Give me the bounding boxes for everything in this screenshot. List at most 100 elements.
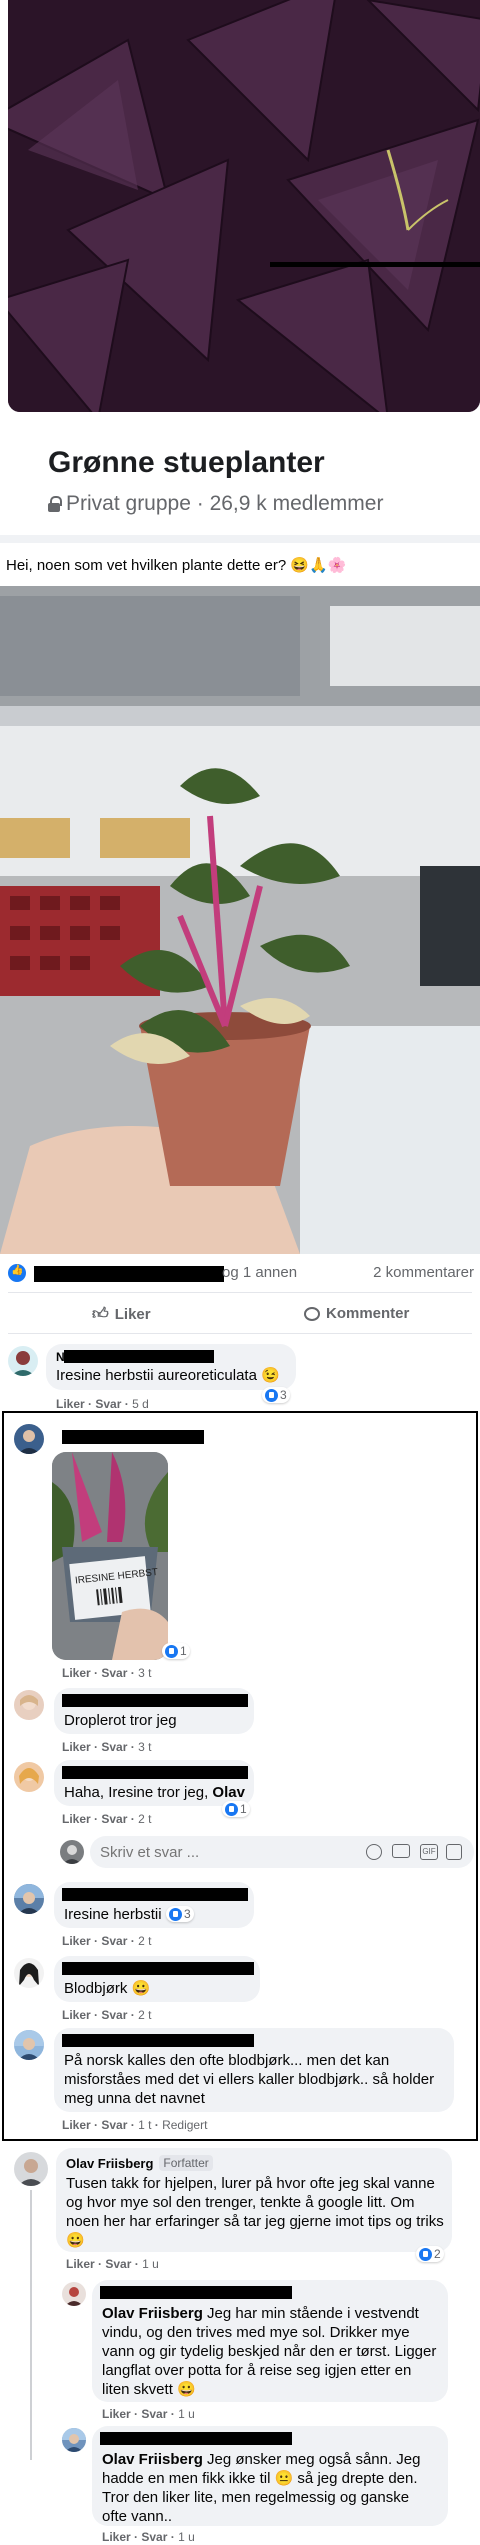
like-icon: [419, 2247, 432, 2261]
reply-input[interactable]: [100, 1842, 340, 1862]
reactions-text[interactable]: og 1 annen: [222, 1264, 297, 1281]
my-avatar[interactable]: [60, 1840, 84, 1864]
avatar-image: [63, 1845, 81, 1864]
like-reaction-icon[interactable]: [8, 1264, 26, 1287]
avatar-image: [18, 2159, 44, 2186]
reply-text: Olav Friisberg Jeg ønsker meg også sånn.…: [102, 2450, 438, 2526]
post-text: Hei, noen som vet hvilken plante dette e…: [6, 557, 347, 574]
comment-like-link[interactable]: Liker: [62, 1812, 91, 1826]
sticker-icon[interactable]: [446, 1844, 462, 1860]
reaction-count: 2: [434, 2247, 441, 2261]
like-button[interactable]: 👍︎ Liker: [92, 1305, 151, 1324]
reply-meta: Liker · Svar · 1 u: [102, 2407, 195, 2421]
avatar[interactable]: [8, 1346, 38, 1376]
speech-bubble-icon: [304, 1306, 320, 1321]
reply-like-link[interactable]: Liker: [102, 2530, 131, 2544]
emoji-icon[interactable]: [366, 1844, 382, 1860]
divider: [8, 1333, 472, 1334]
comment-button[interactable]: Kommenter: [304, 1305, 409, 1322]
gif-icon[interactable]: GIF: [420, 1844, 438, 1860]
comment-reply-link[interactable]: Svar: [101, 2008, 127, 2022]
comment-like-link[interactable]: Liker: [62, 2008, 91, 2022]
comment-time: 5 d: [132, 1397, 149, 1411]
comment-photo[interactable]: IRESINE HERBST: [52, 1452, 168, 1660]
avatar-image: [19, 1768, 39, 1784]
avatar[interactable]: [14, 1958, 44, 1988]
comment-text: Iresine herbstii aureoreticulata 😉: [56, 1367, 280, 1384]
avatar[interactable]: [14, 1690, 44, 1720]
comment-time: 3 t: [138, 1740, 152, 1754]
avatar[interactable]: [62, 2282, 86, 2306]
lock-icon: [48, 496, 62, 512]
plant-photo-illustration: [0, 586, 480, 1254]
reply-like-link[interactable]: Liker: [102, 2407, 131, 2421]
comment-like-link[interactable]: Liker: [62, 1934, 91, 1948]
reply-bubble: Olav Friisberg Jeg har min stående i ves…: [92, 2280, 448, 2402]
avatar[interactable]: [14, 2030, 44, 2060]
comment-like-link[interactable]: Liker: [66, 2257, 95, 2271]
comment-reactions[interactable]: 3: [166, 1906, 194, 1922]
comment-reply-link[interactable]: Svar: [101, 2118, 127, 2132]
post-photo[interactable]: [0, 586, 480, 1254]
comment-bubble: Iresine herbstii: [54, 1882, 254, 1928]
comment-bubble: På norsk kalles den ofte blodbjørk... me…: [54, 2028, 454, 2112]
author-badge: Forfatter: [159, 2155, 213, 2171]
comment-time: 2 t: [138, 1934, 152, 1948]
comment-meta: Liker · Svar · 1 t · Redigert: [62, 2118, 208, 2132]
comment-like-link[interactable]: Liker: [62, 1740, 91, 1754]
comment-bubble: Blodbjørk 😀: [54, 1956, 260, 2002]
avatar[interactable]: [62, 2428, 86, 2452]
avatar[interactable]: [14, 1424, 44, 1454]
comment-reactions[interactable]: 1: [162, 1643, 190, 1659]
comment-meta: Liker · Svar · 3 t: [62, 1740, 152, 1754]
comment-like-link[interactable]: Liker: [56, 1397, 85, 1411]
comment-reply-link[interactable]: Svar: [95, 1397, 121, 1411]
avatar[interactable]: [14, 1762, 44, 1792]
comment-like-link[interactable]: Liker: [62, 1666, 91, 1680]
comment-reply-link[interactable]: Svar: [101, 1740, 127, 1754]
avatar[interactable]: [14, 1884, 44, 1914]
mention-olav-friisberg[interactable]: Olav Friisberg: [102, 2305, 203, 2322]
redacted-author: [64, 1350, 214, 1363]
like-icon: [265, 1388, 278, 1402]
comments-count[interactable]: 2 kommentarer: [373, 1264, 474, 1281]
redacted-author: [100, 2432, 292, 2445]
comment-author[interactable]: Olav Friisberg: [66, 2156, 153, 2171]
avatar-image: [20, 1695, 38, 1710]
reply-bubble: Olav Friisberg Jeg ønsker meg også sånn.…: [92, 2426, 448, 2526]
comment-text: Iresine herbstii: [64, 1906, 162, 1923]
redacted-author: [62, 1962, 254, 1975]
like-icon: [165, 1644, 178, 1658]
comment-text: Droplerot tror jeg: [64, 1712, 177, 1729]
redacted-names: [34, 1266, 224, 1282]
comment-reactions[interactable]: 3: [262, 1387, 290, 1403]
mention-olav-friisberg[interactable]: Olav Friisberg: [102, 2451, 203, 2468]
comment-bubble: Olav Friisberg Forfatter Tusen takk for …: [56, 2148, 452, 2252]
redacted-author: [62, 1694, 248, 1707]
comment-reply-link[interactable]: Svar: [101, 1666, 127, 1680]
reply-reply-link[interactable]: Svar: [141, 2407, 167, 2421]
reaction-count: 1: [240, 1802, 247, 1816]
comment-reply-link[interactable]: Svar: [105, 2257, 131, 2271]
avatar-image: [62, 2428, 86, 2452]
group-cover-photo[interactable]: [8, 0, 480, 412]
comment-reactions[interactable]: 1: [222, 1801, 250, 1817]
like-button-label: Liker: [114, 1306, 151, 1323]
comment-text: Blodbjørk 😀: [64, 1980, 151, 1997]
comment-reply-link[interactable]: Svar: [101, 1812, 127, 1826]
camera-icon[interactable]: [392, 1844, 410, 1858]
comment-text: Tusen takk for hjelpen, lurer på hvor of…: [66, 2175, 444, 2249]
mention-olav[interactable]: Olav: [212, 1784, 245, 1801]
redacted-author: [62, 1766, 248, 1779]
comment-like-link[interactable]: Liker: [62, 2118, 91, 2132]
reply-input-box[interactable]: GIF: [90, 1836, 474, 1868]
comment-reply-link[interactable]: Svar: [101, 1934, 127, 1948]
comment-meta: Liker · Svar · 2 t: [62, 1934, 152, 1948]
reply-reply-link[interactable]: Svar: [141, 2530, 167, 2544]
comment-reactions[interactable]: 2: [416, 2246, 444, 2262]
group-subtitle: Privat gruppe · 26,9 k medlemmer: [66, 492, 384, 515]
purple-leaves-illustration: [8, 0, 480, 412]
group-title[interactable]: Grønne stueplanter: [48, 446, 325, 480]
avatar[interactable]: [14, 2152, 48, 2186]
reply-text: Olav Friisberg Jeg har min stående i ves…: [102, 2304, 438, 2399]
